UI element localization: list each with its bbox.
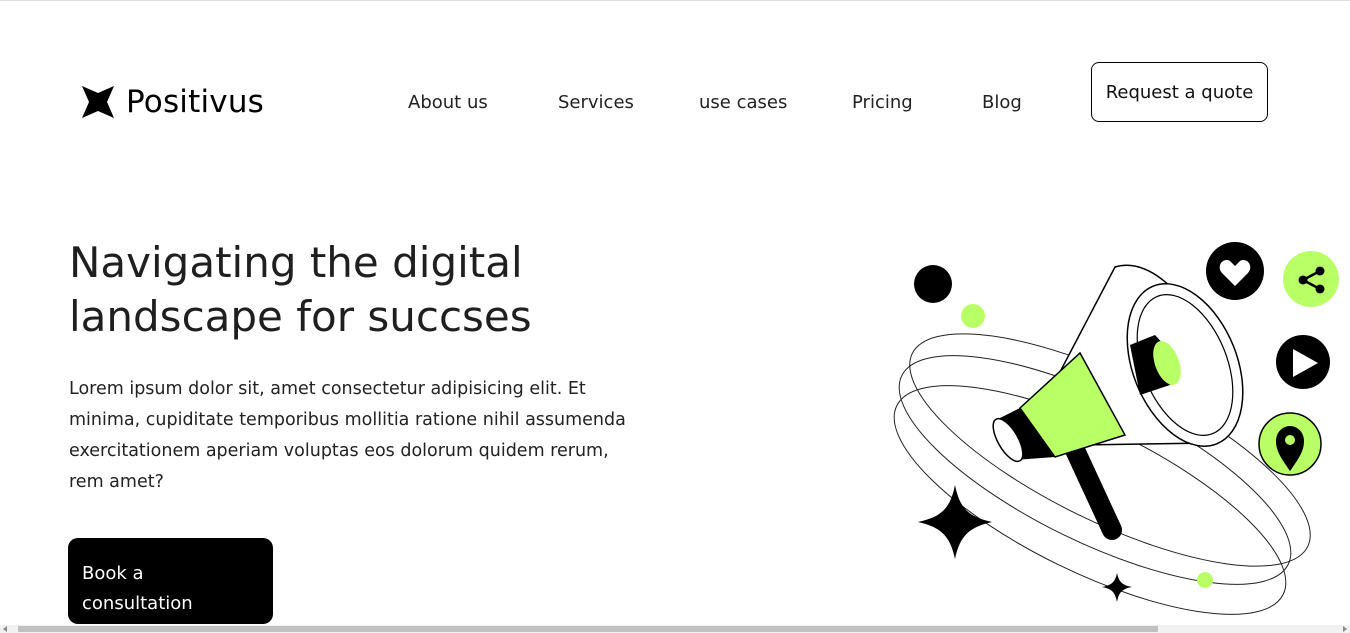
scrollbar-thumb[interactable]: [18, 626, 1158, 632]
heart-icon: [1206, 242, 1264, 300]
scroll-left-arrow-icon[interactable]: [3, 626, 7, 632]
hero-title: Navigating the digital landscape for suc…: [69, 236, 629, 344]
book-button-line-2: consultation: [82, 592, 193, 614]
scroll-right-arrow-icon[interactable]: [1343, 626, 1347, 632]
book-consultation-button[interactable]: Book a consultation: [68, 538, 273, 624]
brand-logo[interactable]: Positivus: [80, 84, 264, 120]
green-dot-small: [1197, 572, 1213, 588]
play-icon: [1276, 335, 1330, 389]
hero-illustration: [893, 242, 1339, 615]
sparkle-small-icon: [1102, 573, 1132, 602]
black-dot: [914, 265, 952, 303]
megaphone-icon: [992, 264, 1244, 540]
hero-title-line-1: Navigating the digital: [69, 238, 523, 287]
top-border: [0, 0, 1350, 1]
horizontal-scrollbar[interactable]: [0, 625, 1350, 633]
nav-link-use-cases[interactable]: use cases: [699, 92, 787, 113]
location-pin-icon: [1258, 412, 1322, 476]
green-dot: [961, 304, 985, 328]
hero-title-line-2: landscape for succses: [69, 292, 532, 341]
nav-link-pricing[interactable]: Pricing: [852, 92, 913, 113]
hero-description: Lorem ipsum dolor sit, amet consectetur …: [69, 379, 626, 492]
nav-link-blog[interactable]: Blog: [982, 92, 1022, 113]
sparkle-icon: [918, 485, 992, 559]
four-point-star-icon: [82, 86, 114, 118]
request-quote-button[interactable]: Request a quote: [1091, 62, 1268, 122]
brand-name: Positivus: [126, 84, 265, 120]
share-icon: [1283, 251, 1339, 307]
nav-link-services[interactable]: Services: [558, 92, 634, 113]
book-button-line-1: Book a: [82, 562, 144, 584]
nav-link-about-us[interactable]: About us: [408, 92, 488, 113]
